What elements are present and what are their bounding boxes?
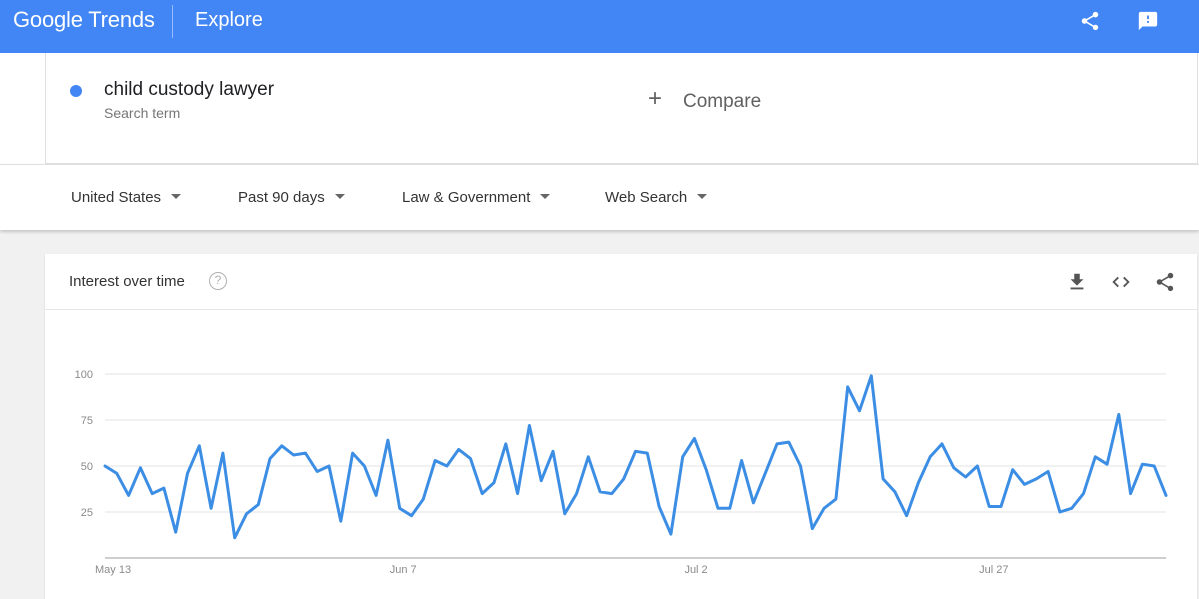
interest-over-time-chart[interactable]: 25 50 75 100 May 13 Jun 7 Jul 2 Jul 27 [45,254,1197,595]
y-tick-label: 25 [81,507,93,519]
share-icon[interactable] [1079,10,1101,32]
header-divider [172,5,173,38]
search-term-card[interactable]: child custody lawyer Search term [45,53,622,164]
series-line [103,374,1168,540]
interest-over-time-card: Interest over time ? 25 50 75 100 May 13 Jun … [45,254,1197,599]
search-terms-bar: child custody lawyer Search term + Compa… [0,53,1199,164]
dropdown-caret-icon [334,193,345,199]
dropdown-caret-icon [540,193,551,199]
y-tick-label: 50 [81,461,93,473]
x-tick-label: Jul 2 [684,564,707,576]
time-range-filter[interactable]: Past 90 days [238,189,345,206]
search-term-type: Search term [104,105,181,121]
x-tick-label: Jul 27 [979,564,1008,576]
series-color-dot [70,85,82,97]
search-term-name[interactable]: child custody lawyer [104,79,274,101]
compare-button[interactable]: + Compare [620,53,1198,164]
x-tick-label: Jun 7 [390,564,417,576]
filter-bar: United States Past 90 days Law & Governm… [0,164,1199,230]
category-filter-label: Law & Government [402,189,531,206]
category-filter[interactable]: Law & Government [402,189,551,206]
region-filter[interactable]: United States [71,189,182,206]
search-type-filter[interactable]: Web Search [605,189,708,206]
top-bar: Google Trends Explore [0,0,1199,53]
time-range-filter-label: Past 90 days [238,189,325,206]
y-tick-label: 75 [81,415,93,427]
google-trends-logo[interactable]: Google Trends [13,7,155,33]
page-title: Explore [195,9,263,31]
compare-label: Compare [683,91,762,112]
region-filter-label: United States [71,189,162,206]
feedback-icon[interactable] [1137,10,1159,32]
x-tick-label: May 13 [95,564,131,576]
dropdown-caret-icon [171,193,182,199]
plus-icon: + [648,85,663,112]
dropdown-caret-icon [697,193,708,199]
search-type-filter-label: Web Search [605,189,688,206]
y-tick-label: 100 [75,369,93,381]
